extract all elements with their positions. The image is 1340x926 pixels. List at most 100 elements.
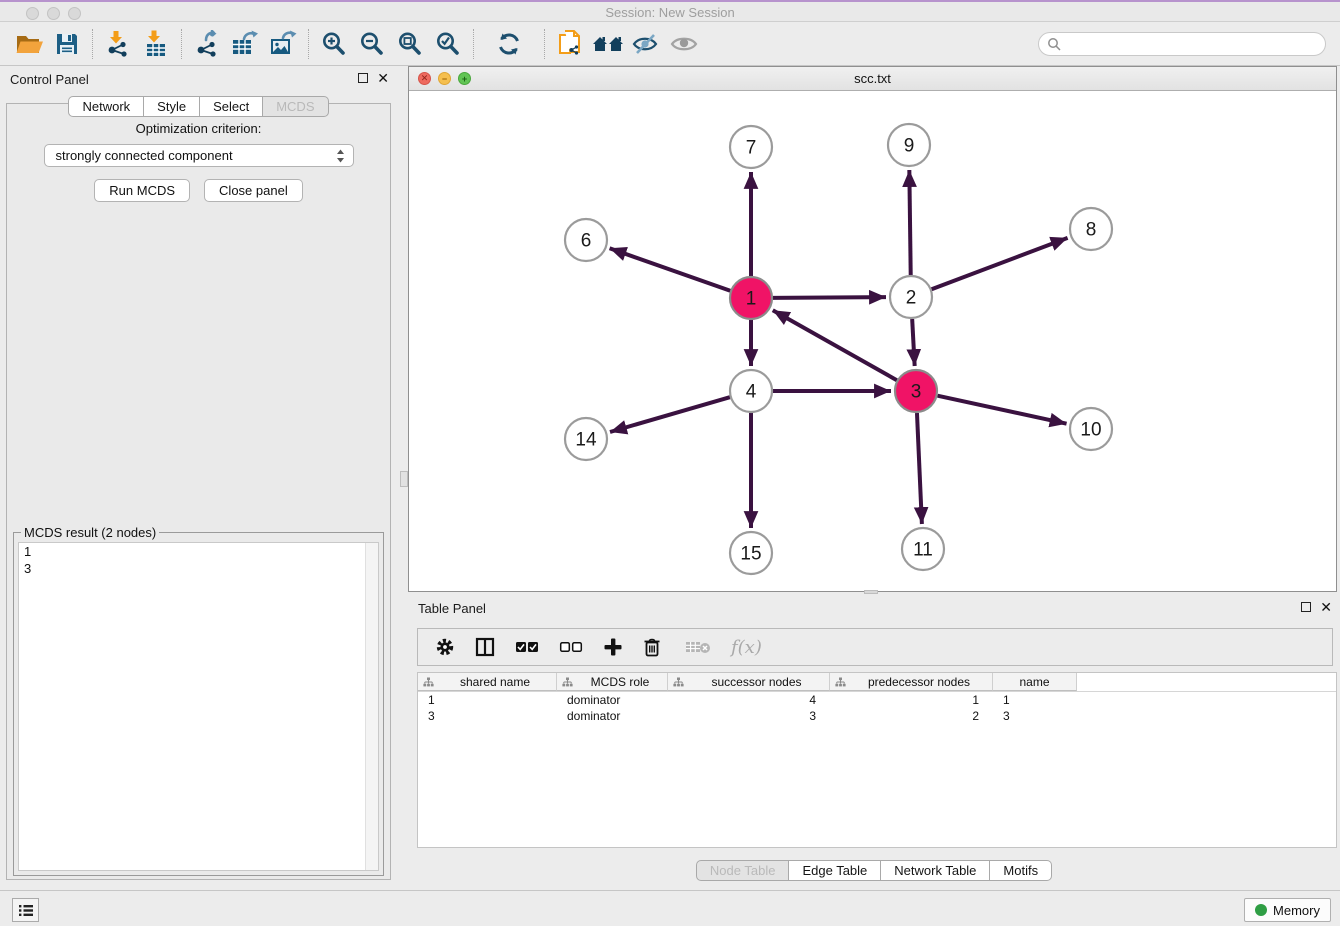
app-titlebar: Session: New Session bbox=[0, 0, 1340, 22]
table-cell[interactable]: 1 bbox=[830, 692, 993, 708]
table-cell[interactable]: dominator bbox=[557, 708, 668, 724]
table-cell[interactable]: 3 bbox=[993, 708, 1077, 724]
search-field[interactable] bbox=[1038, 32, 1326, 56]
svg-text:1: 1 bbox=[746, 289, 757, 310]
search-input[interactable] bbox=[1066, 37, 1317, 51]
export-network-icon[interactable] bbox=[188, 27, 226, 61]
graph-node-4[interactable]: 4 bbox=[730, 370, 772, 412]
select-all-icon[interactable] bbox=[515, 641, 539, 653]
table-row[interactable]: 1dominator411 bbox=[418, 692, 1336, 708]
tab-motifs[interactable]: Motifs bbox=[990, 860, 1052, 881]
graph-edge-1-6[interactable] bbox=[610, 248, 731, 290]
column-header-successor-nodes[interactable]: successor nodes bbox=[668, 673, 830, 691]
minimize-view-icon[interactable]: − bbox=[438, 72, 451, 85]
panel-splitter-grip[interactable] bbox=[400, 471, 408, 487]
column-header-shared-name[interactable]: shared name bbox=[418, 673, 557, 691]
optimization-criterion-select[interactable]: strongly connected component bbox=[44, 144, 354, 167]
zoom-out-icon[interactable] bbox=[353, 27, 391, 61]
graph-node-8[interactable]: 8 bbox=[1070, 208, 1112, 250]
close-panel-icon[interactable]: ✕ bbox=[377, 73, 389, 83]
select-stepper-icon bbox=[336, 149, 345, 163]
import-network-icon[interactable] bbox=[99, 27, 137, 61]
delete-column-icon[interactable] bbox=[643, 637, 661, 657]
close-panel-button[interactable]: Close panel bbox=[204, 179, 303, 202]
tab-node-table[interactable]: Node Table bbox=[696, 860, 790, 881]
export-table-icon[interactable] bbox=[226, 27, 264, 61]
tab-style[interactable]: Style bbox=[144, 96, 200, 117]
zoom-fit-icon[interactable] bbox=[391, 27, 429, 61]
table-cell[interactable]: 4 bbox=[668, 692, 830, 708]
graph-node-7[interactable]: 7 bbox=[730, 126, 772, 168]
mcds-result-list[interactable]: 13 bbox=[18, 542, 379, 871]
hide-selected-icon[interactable] bbox=[627, 27, 665, 61]
svg-text:8: 8 bbox=[1086, 220, 1097, 241]
graph-edge-3-1[interactable] bbox=[773, 310, 897, 380]
tab-mcds[interactable]: MCDS bbox=[263, 96, 328, 117]
table-toolbar: f(x) bbox=[417, 628, 1333, 666]
graph-node-6[interactable]: 6 bbox=[565, 219, 607, 261]
column-header-mcds-role[interactable]: MCDS role bbox=[557, 673, 668, 691]
graph-node-1[interactable]: 1 bbox=[730, 277, 772, 319]
search-icon bbox=[1047, 37, 1061, 51]
view-resize-grip[interactable] bbox=[864, 590, 878, 594]
first-neighbors-icon[interactable] bbox=[589, 27, 627, 61]
network-canvas[interactable]: 7 9 6 8 1 2 4 3 14 10 15 11 bbox=[409, 91, 1336, 591]
apply-layout-icon[interactable] bbox=[490, 27, 528, 61]
tab-network[interactable]: Network bbox=[68, 96, 144, 117]
table-cell[interactable]: dominator bbox=[557, 692, 668, 708]
table-cell[interactable]: 3 bbox=[668, 708, 830, 724]
export-image-icon[interactable] bbox=[264, 27, 302, 61]
table-row[interactable]: 3dominator323 bbox=[418, 708, 1336, 724]
float-panel-icon[interactable] bbox=[358, 73, 368, 83]
add-column-icon[interactable] bbox=[603, 637, 623, 657]
show-hidden-icon[interactable] bbox=[665, 27, 703, 61]
graph-edge-3-10[interactable] bbox=[937, 396, 1066, 424]
control-panel-title: Control Panel bbox=[10, 72, 89, 87]
close-panel-icon[interactable]: ✕ bbox=[1320, 602, 1332, 612]
graph-edge-3-11[interactable] bbox=[917, 413, 922, 524]
close-view-icon[interactable]: ✕ bbox=[418, 72, 431, 85]
graph-edge-4-14[interactable] bbox=[610, 397, 730, 432]
graph-node-10[interactable]: 10 bbox=[1070, 408, 1112, 450]
table-cell[interactable]: 3 bbox=[418, 708, 557, 724]
graph-edge-2-9[interactable] bbox=[909, 170, 910, 275]
zoom-in-icon[interactable] bbox=[315, 27, 353, 61]
svg-text:7: 7 bbox=[746, 138, 757, 159]
open-file-icon[interactable] bbox=[10, 27, 48, 61]
memory-button[interactable]: Memory bbox=[1244, 898, 1331, 922]
graph-node-11[interactable]: 11 bbox=[902, 528, 944, 570]
graph-edge-1-2[interactable] bbox=[773, 297, 886, 298]
column-layout-icon[interactable] bbox=[475, 637, 495, 657]
table-cell[interactable]: 1 bbox=[418, 692, 557, 708]
import-table-icon[interactable] bbox=[137, 27, 175, 61]
graph-edge-2-3[interactable] bbox=[912, 319, 915, 366]
graph-node-3[interactable]: 3 bbox=[895, 370, 937, 412]
network-graph[interactable]: 7 9 6 8 1 2 4 3 14 10 15 11 bbox=[409, 91, 1336, 591]
tab-edge-table[interactable]: Edge Table bbox=[789, 860, 881, 881]
svg-text:15: 15 bbox=[740, 544, 761, 565]
zoom-selected-icon[interactable] bbox=[429, 27, 467, 61]
function-builder-icon: f(x) bbox=[731, 637, 762, 658]
column-header-predecessor-nodes[interactable]: predecessor nodes bbox=[830, 673, 993, 691]
tab-select[interactable]: Select bbox=[200, 96, 263, 117]
clone-network-icon[interactable] bbox=[551, 27, 589, 61]
tab-network-table[interactable]: Network Table bbox=[881, 860, 990, 881]
run-mcds-button[interactable]: Run MCDS bbox=[94, 179, 190, 202]
graph-edge-2-8[interactable] bbox=[932, 238, 1068, 289]
table-cell[interactable]: 1 bbox=[993, 692, 1077, 708]
graph-node-2[interactable]: 2 bbox=[890, 276, 932, 318]
float-panel-icon[interactable] bbox=[1301, 602, 1311, 612]
network-window-titlebar[interactable]: ✕ − + scc.txt bbox=[409, 67, 1336, 91]
node-table: shared nameMCDS rolesuccessor nodesprede… bbox=[417, 672, 1337, 848]
graph-node-9[interactable]: 9 bbox=[888, 124, 930, 166]
scrollbar-track[interactable] bbox=[365, 543, 378, 870]
gear-icon[interactable] bbox=[435, 637, 455, 657]
graph-node-14[interactable]: 14 bbox=[565, 418, 607, 460]
table-cell[interactable]: 2 bbox=[830, 708, 993, 724]
save-session-icon[interactable] bbox=[48, 27, 86, 61]
graph-node-15[interactable]: 15 bbox=[730, 532, 772, 574]
task-history-button[interactable] bbox=[12, 898, 39, 922]
zoom-view-icon[interactable]: + bbox=[458, 72, 471, 85]
column-header-name[interactable]: name bbox=[993, 673, 1077, 691]
deselect-all-icon[interactable] bbox=[559, 641, 583, 653]
